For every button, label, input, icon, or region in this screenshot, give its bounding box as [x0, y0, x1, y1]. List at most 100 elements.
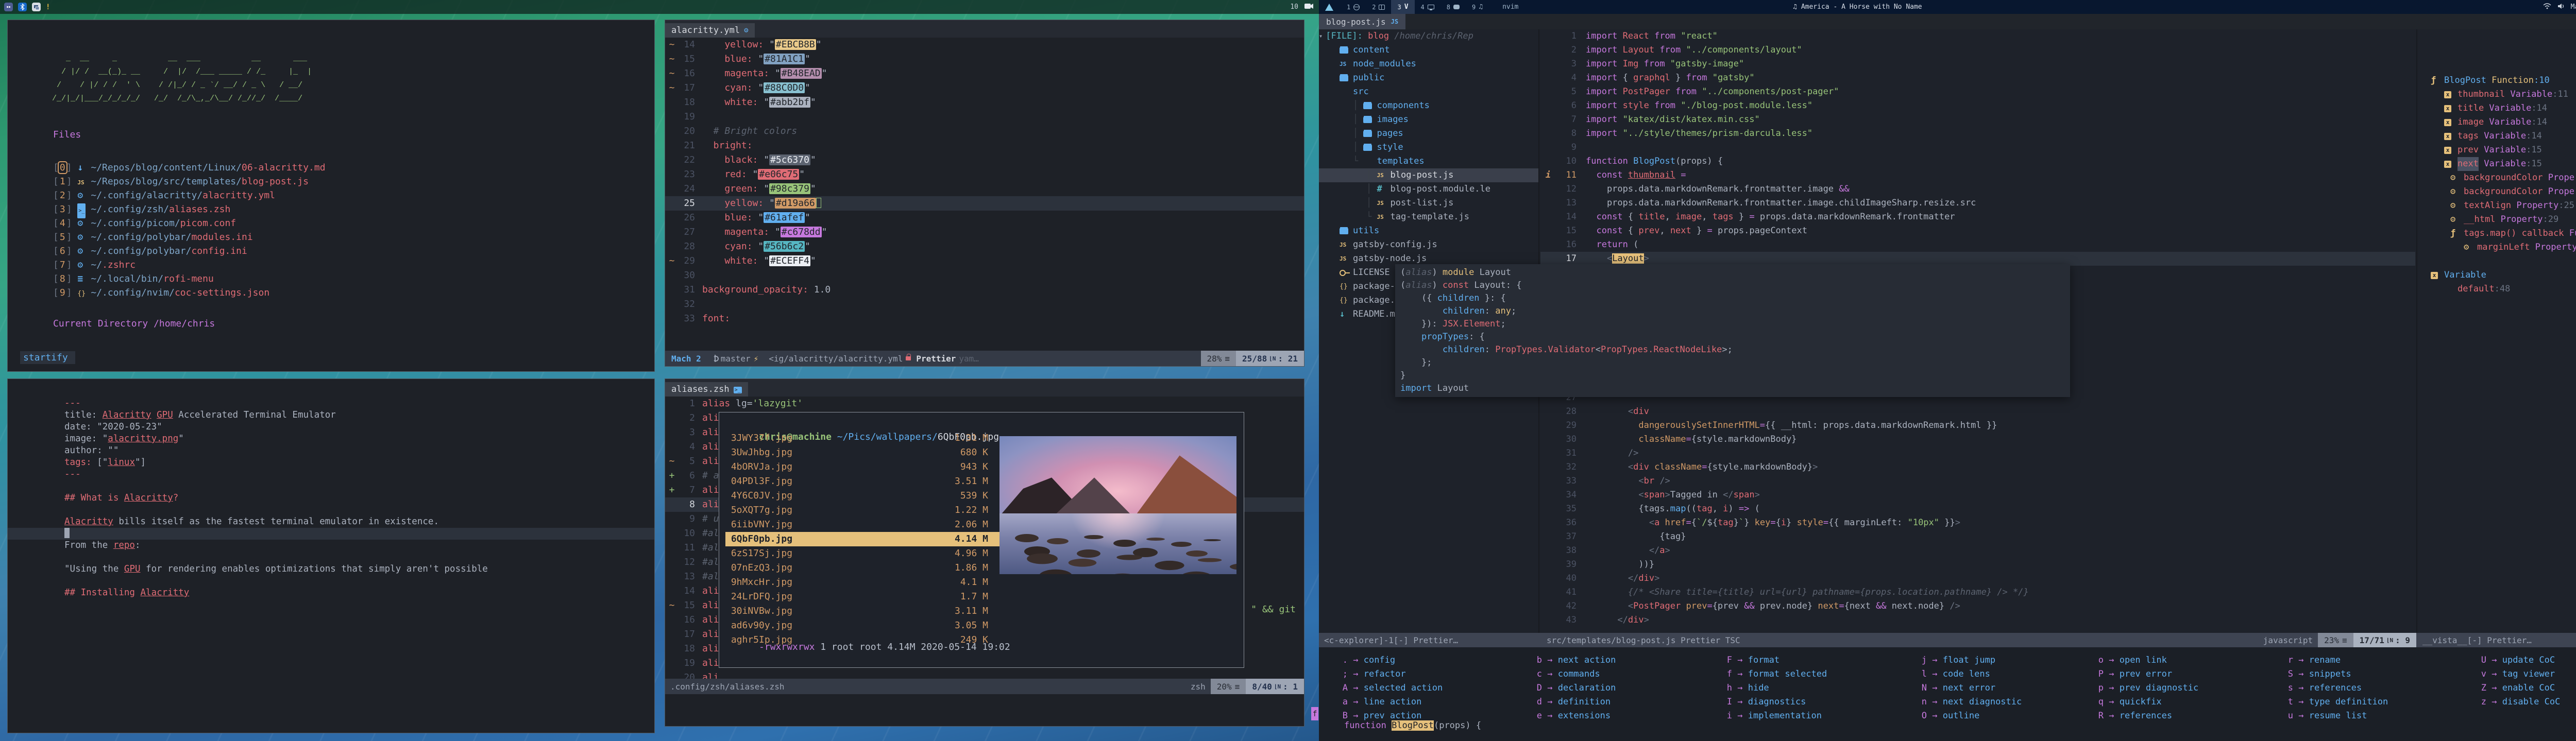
whichkey-binding-R[interactable]: R → references [2089, 709, 2198, 723]
picker-file-row[interactable]: 6zS17Sj.jpg4.96 M [725, 546, 1006, 561]
picker-file-row[interactable]: 5oXQT7g.jpg1.22 M [725, 503, 1006, 518]
bluetooth-icon[interactable] [18, 3, 27, 11]
whichkey-binding-i[interactable]: i → implementation [1718, 709, 1827, 723]
explorer-item-style[interactable]: │ style [1319, 141, 1538, 154]
whichkey-binding-.[interactable]: . → config [1333, 653, 1443, 667]
picker-file-row[interactable]: 3JWY37f.jpg1.31 M [725, 431, 1006, 445]
vista-item[interactable]: backgroundColor Property: [2417, 185, 2576, 199]
display-icon[interactable] [32, 3, 41, 11]
tab-blog-post-js[interactable]: blog-post.js JS [1319, 14, 1405, 29]
workspace-9[interactable]: 9 [1466, 0, 1489, 14]
startify-entry-7[interactable]: [7] ~/.zshrc [53, 258, 654, 272]
vista-item[interactable]: __html Property:29 [2417, 213, 2576, 227]
vista-item[interactable]: tags Variable:14 [2417, 129, 2576, 143]
explorer-item-images[interactable]: │ images [1319, 113, 1538, 127]
workspace-2[interactable]: 2 [1366, 0, 1391, 14]
startify-entry-5[interactable]: [5] ~/.config/polybar/modules.ini [53, 230, 654, 244]
picker-file-row[interactable]: 6iibVNY.jpg2.06 M [725, 518, 1006, 532]
whichkey-binding-u[interactable]: u → resume list [2279, 709, 2388, 723]
explorer-item-public[interactable]: public [1319, 71, 1538, 85]
explorer-item-src[interactable]: src [1319, 85, 1538, 99]
explorer-item-gatsby-node.js[interactable]: gatsby-node.js [1319, 252, 1538, 266]
whichkey-binding-D[interactable]: D → declaration [1528, 681, 1616, 695]
whichkey-binding-f[interactable]: f → format selected [1718, 667, 1827, 681]
picker-file-row[interactable]: 4Y6C0JV.jpg539 K [725, 489, 1006, 503]
whichkey-binding-n[interactable]: n → next diagnostic [1912, 695, 2022, 709]
whichkey-binding-q[interactable]: q → quickfix [2089, 695, 2198, 709]
whichkey-binding-d[interactable]: d → definition [1528, 695, 1616, 709]
whichkey-binding-;[interactable]: ; → refactor [1333, 667, 1443, 681]
whichkey-binding-S[interactable]: S → snippets [2279, 667, 2388, 681]
explorer-item-blog-post.js[interactable]: │ blog-post.js [1319, 168, 1538, 182]
picker-file-row[interactable]: 07nEzQ3.jpg1.86 M [725, 561, 1006, 575]
vista-item[interactable]: textAlign Property:25 [2417, 199, 2576, 213]
whichkey-binding-o[interactable]: o → open link [2089, 653, 2198, 667]
whichkey-binding-Z[interactable]: Z → enable CoC [2472, 681, 2560, 695]
vista-item[interactable]: BlogPost Function:10 [2417, 74, 2576, 88]
workspace-8[interactable]: 8 [1440, 0, 1466, 14]
discord-icon[interactable] [4, 3, 13, 11]
explorer-item-templates[interactable]: └ templates [1319, 154, 1538, 168]
workspace-4[interactable]: 4 [1415, 0, 1440, 14]
whichkey-binding-z[interactable]: z → disable CoC [2472, 695, 2560, 709]
whichkey-binding-I[interactable]: I → diagnostics [1718, 695, 1827, 709]
explorer-item-content[interactable]: content [1319, 43, 1538, 57]
whichkey-binding-c[interactable]: c → commands [1528, 667, 1616, 681]
whichkey-binding-p[interactable]: p → prev diagnostic [2089, 681, 2198, 695]
explorer-item-post-list.js[interactable]: │ post-list.js [1319, 196, 1538, 210]
camera-icon[interactable] [1304, 3, 1314, 11]
startify-entry-6[interactable]: [6] ~/.config/polybar/config.ini [53, 244, 654, 258]
startify-entry-8[interactable]: [8] ~/.local/bin/rofi-menu [53, 272, 654, 286]
workspace-1[interactable]: 1 [1341, 0, 1366, 14]
explorer-item-node_modules[interactable]: node_modules [1319, 57, 1538, 71]
picker-file-row[interactable]: 4bORVJa.jpg943 K [725, 460, 1006, 474]
whichkey-binding-r[interactable]: r → rename [2279, 653, 2388, 667]
whichkey-binding-v[interactable]: v → tag viewer [2472, 667, 2560, 681]
whichkey-binding-U[interactable]: U → update CoC [2472, 653, 2560, 667]
picker-file-row[interactable]: 9hMxcHr.jpg4.1 M [725, 575, 1006, 590]
startify-entry-4[interactable]: [4] ~/.config/picom/picom.conf [53, 216, 654, 230]
explorer-item-pages[interactable]: │ pages [1319, 127, 1538, 141]
spotify-module[interactable]: ♫ America - A Horse with No Name [1793, 0, 1922, 14]
explorer-item-utils[interactable]: utils [1319, 224, 1538, 238]
picker-file-row[interactable]: 6QbF0pb.jpg4.14 M [725, 532, 1006, 546]
startify-entry-1[interactable]: [1] ~/Repos/blog/src/templates/blog-post… [53, 175, 654, 188]
vista-item[interactable]: image Variable:14 [2417, 115, 2576, 129]
tab-alacritty-yml[interactable]: alacritty.yml ⚙ [665, 23, 755, 38]
picker-file-row[interactable]: 3UwJhbg.jpg680 K [725, 445, 1006, 460]
whichkey-binding-l[interactable]: l → code lens [1912, 667, 2022, 681]
explorer-item-components[interactable]: │ components [1319, 99, 1538, 113]
startify-entry-3[interactable]: [3] ~/.config/zsh/aliases.zsh [53, 202, 654, 216]
picker-file-row[interactable]: 30iNVBw.jpg3.11 M [725, 604, 1006, 618]
whichkey-binding-s[interactable]: s → references [2279, 681, 2388, 695]
tab-aliases-zsh[interactable]: aliases.zsh [665, 382, 748, 397]
vista-item[interactable]: default:48 [2417, 282, 2576, 296]
workspace-3[interactable]: 3 [1391, 0, 1414, 14]
explorer-item-blog-post.module.le[interactable]: │ blog-post.module.le [1319, 182, 1538, 196]
vista-item[interactable]: backgroundColor Property: [2417, 171, 2576, 185]
whichkey-binding-j[interactable]: j → float jump [1912, 653, 2022, 667]
whichkey-binding-F[interactable]: F → format [1718, 653, 1827, 667]
vista-item[interactable]: title Variable:14 [2417, 101, 2576, 115]
whichkey-binding-O[interactable]: O → outline [1912, 709, 2022, 723]
alert-icon[interactable]: ! [46, 3, 50, 11]
whichkey-binding-a[interactable]: a → line action [1333, 695, 1443, 709]
startify-entry-2[interactable]: [2] ~/.config/alacritty/alacritty.yml [53, 188, 654, 202]
vista-item[interactable]: next Variable:15 [2417, 157, 2576, 171]
whichkey-binding-t[interactable]: t → type definition [2279, 695, 2388, 709]
whichkey-binding-e[interactable]: e → extensions [1528, 709, 1616, 723]
vista-item[interactable]: thumbnail Variable:11 [2417, 88, 2576, 101]
whichkey-binding-N[interactable]: N → next error [1912, 681, 2022, 695]
explorer-item-tag-template.js[interactable]: └ tag-template.js [1319, 210, 1538, 224]
explorer-item-gatsby-config.js[interactable]: gatsby-config.js [1319, 238, 1538, 252]
startify-entry-9[interactable]: [9] ~/.config/nvim/coc-settings.json [53, 286, 654, 300]
vista-item[interactable]: marginLeft Property:36 [2417, 240, 2576, 254]
vista-item[interactable]: tags.map() callback Functi [2417, 227, 2576, 240]
whichkey-binding-h[interactable]: h → hide [1718, 681, 1827, 695]
wifi-icon[interactable] [2543, 3, 2551, 11]
picker-file-row[interactable]: 24LrDFQ.jpg1.7 M [725, 590, 1006, 604]
whichkey-binding-b[interactable]: b → next action [1528, 653, 1616, 667]
startify-entry-0[interactable]: [0] ~/Repos/blog/content/Linux/06-alacri… [53, 161, 654, 175]
whichkey-binding-P[interactable]: P → prev error [2089, 667, 2198, 681]
volume-icon[interactable] [2557, 3, 2565, 11]
